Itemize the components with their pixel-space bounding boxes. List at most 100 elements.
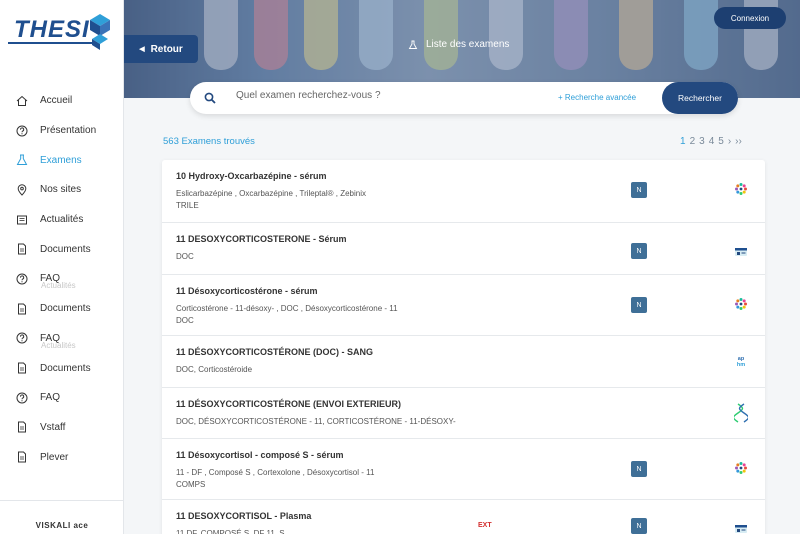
question-icon — [16, 392, 28, 404]
sidebar-footer-brand: VISKALI ace — [0, 500, 124, 530]
sidebar: THESI Accueil Présentation Examens Nos site… — [0, 0, 124, 534]
page-title-text: Liste des examens — [426, 39, 510, 50]
status-badge: N — [631, 518, 647, 534]
sidebar-item-faq[interactable]: FAQ — [0, 383, 124, 413]
result-row[interactable]: 11 Désoxycorticostérone - sérum Corticost… — [162, 275, 765, 336]
sidebar-item-label: Actualités — [40, 214, 84, 226]
page-link[interactable]: 3 — [699, 136, 705, 147]
exam-title[interactable]: 11 DESOXYCORTISOL - Plasma — [176, 511, 311, 521]
search-button[interactable]: Rechercher — [662, 82, 738, 114]
page-link[interactable]: 2 — [690, 136, 696, 147]
sidebar-item-vstaff[interactable]: Vstaff — [0, 413, 124, 443]
dna-logo-icon — [732, 403, 750, 423]
sidebar-item-examens[interactable]: Examens — [0, 145, 124, 175]
exam-synonyms: Corticostérone - 11-désoxy- , DOC , Déso… — [176, 304, 398, 325]
back-label: Retour — [150, 43, 183, 55]
results-list: 10 Hydroxy-Oxcarbazépine - sérum Eslicarb… — [162, 160, 765, 534]
results-count: 563 Examens trouvés — [163, 136, 255, 147]
home-icon — [16, 95, 28, 107]
search-icon — [204, 92, 216, 104]
sidebar-nav: Accueil Présentation Examens Nos sites Actua… — [0, 86, 124, 472]
result-row[interactable]: 10 Hydroxy-Oxcarbazépine - sérum Eslicarb… — [162, 160, 765, 223]
result-row[interactable]: 11 DESOXYCORTICOSTERONE - Sérum DOC N — [162, 223, 765, 275]
thesi-logo[interactable]: THESI — [8, 12, 112, 52]
result-row[interactable]: 11 DÉSOXYCORTICOSTÉRONE (DOC) - SANG DOC,… — [162, 336, 765, 388]
exam-synonyms: DOC, DÉSOXYCORTICOSTÉRONE - 11, CORTICOS… — [176, 417, 456, 426]
sidebar-item-faq[interactable]: FAQ Actualités — [0, 324, 124, 354]
sidebar-item-label: Nos sites — [40, 184, 82, 196]
dots-logo-icon — [734, 182, 748, 196]
exam-title[interactable]: 11 DESOXYCORTICOSTERONE - Sérum — [176, 234, 347, 244]
page-title: Liste des examens — [408, 39, 509, 50]
document-icon — [16, 451, 28, 463]
logo-underline — [8, 42, 92, 44]
sidebar-item-documents[interactable]: Documents — [0, 234, 124, 264]
status-badge: N — [631, 297, 647, 313]
result-row[interactable]: 11 DÉSOXYCORTICOSTÉRONE (ENVOI EXTERIEUR… — [162, 388, 765, 439]
sidebar-item-plever[interactable]: Plever — [0, 442, 124, 472]
status-badge: N — [631, 461, 647, 477]
sidebar-item-label: Examens — [40, 154, 82, 166]
document-icon — [16, 303, 28, 315]
exam-title[interactable]: 11 DÉSOXYCORTICOSTÉRONE (DOC) - SANG — [176, 347, 373, 357]
status-badge: N — [631, 182, 647, 198]
sidebar-item-nossites[interactable]: Nos sites — [0, 175, 124, 205]
sidebar-item-label: Documents — [40, 362, 91, 374]
external-badge: EXT — [478, 522, 492, 529]
page-next-link[interactable]: ›› — [735, 136, 742, 147]
page-next-link[interactable]: › — [728, 136, 731, 147]
document-icon — [16, 421, 28, 433]
question-icon — [16, 125, 28, 137]
flask-icon — [16, 154, 28, 166]
question-icon — [16, 332, 28, 344]
result-row[interactable]: 11 Désoxycortisol - composé S - sérum 11 … — [162, 439, 765, 500]
sidebar-item-accueil[interactable]: Accueil — [0, 86, 124, 116]
cube-logo-icon — [90, 14, 110, 50]
exam-synonyms: 11 - DF , Composé S , Cortexolone , Déso… — [176, 468, 375, 489]
pagination: 1 2 3 4 5 › ›› — [680, 136, 742, 147]
exam-title[interactable]: 11 Désoxycorticostérone - sérum — [176, 286, 318, 296]
sidebar-item-label: Documents — [40, 303, 91, 315]
status-badge: N — [631, 243, 647, 259]
card-logo-icon — [734, 245, 748, 259]
sidebar-item-ghost-label: Actualités — [41, 340, 76, 350]
document-icon — [16, 243, 28, 255]
sidebar-item-actualits[interactable]: Actualités — [0, 205, 124, 235]
exam-title[interactable]: 11 Désoxycortisol - composé S - sérum — [176, 450, 344, 460]
exam-title[interactable]: 11 DÉSOXYCORTICOSTÉRONE (ENVOI EXTERIEUR… — [176, 399, 401, 409]
page-link[interactable]: 1 — [680, 136, 686, 147]
news-icon — [16, 214, 28, 226]
sidebar-item-documents[interactable]: Documents — [0, 294, 124, 324]
document-icon — [16, 362, 28, 374]
exam-title[interactable]: 10 Hydroxy-Oxcarbazépine - sérum — [176, 171, 327, 181]
exam-synonyms: DOC — [176, 252, 194, 261]
login-button[interactable]: Connexion — [714, 7, 786, 29]
aphm-logo-icon: ap hm — [734, 354, 748, 368]
sidebar-item-label: Accueil — [40, 95, 73, 107]
exam-synonyms: Eslicarbazépine , Oxcarbazépine , Trilep… — [176, 189, 366, 210]
logo-text: THESI — [14, 16, 90, 43]
sidebar-item-label: Documents — [40, 243, 91, 255]
card-logo-icon — [734, 522, 748, 534]
search-bar: + Recherche avancée Rechercher — [190, 82, 738, 114]
page-link[interactable]: 5 — [718, 136, 724, 147]
map-pin-icon — [16, 184, 28, 196]
sidebar-item-label: Présentation — [40, 125, 97, 137]
advanced-search-link[interactable]: + Recherche avancée — [558, 93, 636, 102]
search-input[interactable] — [236, 90, 536, 101]
sidebar-item-label: Vstaff — [40, 421, 66, 433]
sidebar-item-prsentation[interactable]: Présentation — [0, 116, 124, 146]
sidebar-item-faq[interactable]: FAQ Actualités — [0, 264, 124, 294]
sidebar-item-ghost-label: Actualités — [41, 281, 76, 291]
sidebar-item-label: FAQ — [40, 392, 61, 404]
page-link[interactable]: 4 — [709, 136, 715, 147]
dots-logo-icon — [734, 461, 748, 475]
exam-synonyms: DOC, Corticostéroide — [176, 365, 253, 374]
sidebar-item-label: Plever — [40, 451, 69, 463]
flask-icon — [408, 40, 418, 49]
chevron-left-icon: ◀ — [139, 46, 145, 53]
sidebar-item-documents[interactable]: Documents — [0, 353, 124, 383]
result-row[interactable]: 11 DESOXYCORTISOL - Plasma 11 DF, COMPOSÉ… — [162, 500, 765, 534]
back-button[interactable]: ◀ Retour — [124, 35, 198, 63]
dots-logo-icon — [734, 297, 748, 311]
